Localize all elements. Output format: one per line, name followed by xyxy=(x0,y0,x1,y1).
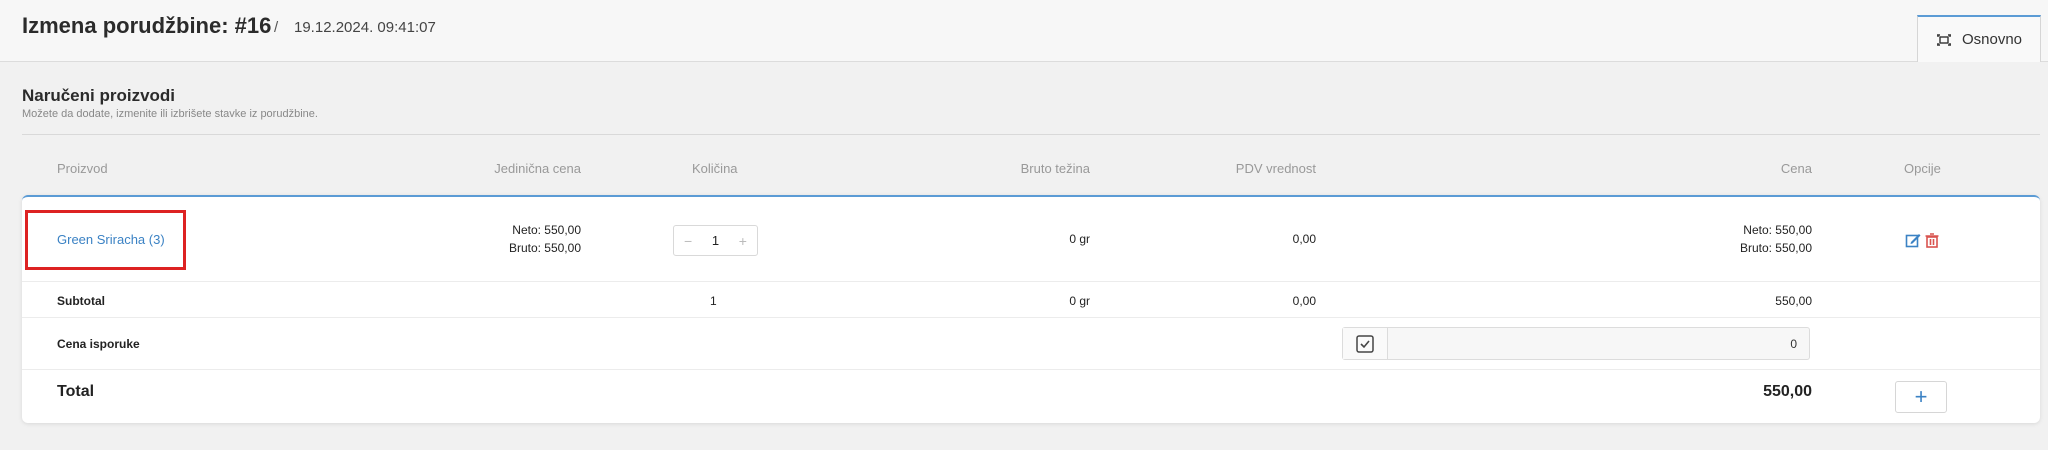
plus-icon: + xyxy=(1914,384,1928,409)
price-net: Neto: 550,00 xyxy=(1743,223,1812,237)
add-item-button[interactable]: + xyxy=(1895,381,1947,413)
row-divider xyxy=(22,281,2040,282)
edit-icon[interactable] xyxy=(1905,232,1921,248)
tab-basic[interactable]: Osnovno xyxy=(1917,15,2041,62)
col-header-product: Proizvod xyxy=(57,161,108,176)
expand-icon xyxy=(1936,32,1952,48)
col-header-price: Cena xyxy=(1780,161,1812,176)
order-items-card: Green Sriracha (3) Neto: 550,00 Bruto: 5… xyxy=(22,195,2040,423)
checkbox-icon xyxy=(1356,334,1374,353)
product-link[interactable]: Green Sriracha (3) xyxy=(57,232,165,247)
subtotal-quantity: 1 xyxy=(710,294,717,308)
quantity-decrement-button[interactable]: − xyxy=(684,233,692,249)
shipping-checkbox[interactable] xyxy=(1343,328,1388,359)
tab-basic-label: Osnovno xyxy=(1961,31,2023,48)
shipping-label: Cena isporuke xyxy=(57,337,140,351)
section-title: Naručeni proizvodi xyxy=(22,86,176,105)
subtotal-vat: 0,00 xyxy=(1292,294,1316,308)
shipping-price-field: 0 xyxy=(1342,327,1810,360)
quantity-stepper: − 1 + xyxy=(673,225,758,256)
page-header: Izmena porudžbine: #16 / 19.12.2024. 09:… xyxy=(0,0,2048,62)
row-divider xyxy=(22,369,2040,370)
col-header-unit-price: Jedinična cena xyxy=(494,161,581,176)
unit-price-net: Neto: 550,00 xyxy=(512,223,581,237)
col-header-vat: PDV vrednost xyxy=(1235,161,1316,176)
col-header-options: Opcije xyxy=(1904,161,1941,176)
subtotal-weight: 0 gr xyxy=(1069,294,1090,308)
order-date: 19.12.2024. 09:41:07 xyxy=(294,19,436,36)
row-divider xyxy=(22,317,2040,318)
price-gross: Bruto: 550,00 xyxy=(1739,241,1812,255)
subtotal-price: 550,00 xyxy=(1775,294,1812,308)
subtotal-label: Subtotal xyxy=(57,294,105,308)
unit-price-gross: Bruto: 550,00 xyxy=(508,241,581,255)
section-divider xyxy=(22,134,2040,135)
item-gross-weight: 0 gr xyxy=(1069,232,1090,246)
quantity-increment-button[interactable]: + xyxy=(739,233,747,249)
page-title: Izmena porudžbine: #16 xyxy=(22,13,272,38)
quantity-value[interactable]: 1 xyxy=(712,233,719,248)
delete-icon[interactable] xyxy=(1924,232,1940,248)
col-header-quantity: Količina xyxy=(692,161,738,176)
item-vat: 0,00 xyxy=(1292,232,1316,246)
title-separator: / xyxy=(274,19,279,36)
total-label: Total xyxy=(57,383,95,400)
shipping-price-input[interactable]: 0 xyxy=(1790,337,1797,351)
section-subtitle: Možete da dodate, izmenite ili izbrišete… xyxy=(22,108,318,120)
col-header-gross-weight: Bruto težina xyxy=(1020,161,1090,176)
total-value: 550,00 xyxy=(1763,383,1812,400)
